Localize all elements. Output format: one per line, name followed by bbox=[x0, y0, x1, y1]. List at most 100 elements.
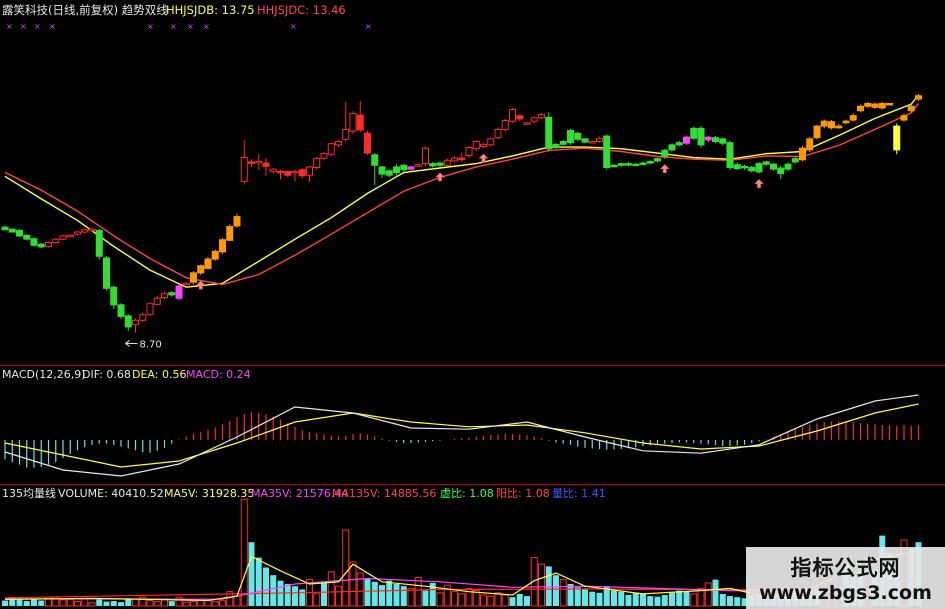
volume-bar bbox=[175, 596, 183, 607]
volume-bar bbox=[31, 598, 37, 606]
candle-body bbox=[356, 114, 364, 131]
volume-bar bbox=[509, 597, 516, 606]
signal-marker: × bbox=[170, 22, 177, 31]
volume-bar bbox=[632, 592, 639, 606]
candle-body bbox=[465, 147, 473, 156]
candle-body bbox=[88, 228, 96, 232]
candle-body bbox=[726, 142, 734, 168]
volume-bar bbox=[538, 563, 545, 607]
volume-bar bbox=[132, 598, 139, 607]
signal-marker: × bbox=[147, 22, 154, 31]
volume-bar bbox=[516, 593, 523, 606]
volume-bar bbox=[313, 593, 321, 607]
candle-body bbox=[632, 163, 640, 167]
volume-bar bbox=[110, 601, 117, 606]
signal-marker: × bbox=[49, 22, 56, 31]
candle-body bbox=[132, 319, 139, 326]
candle-body bbox=[103, 257, 110, 289]
candle-body bbox=[81, 229, 89, 233]
candle-body bbox=[124, 315, 132, 328]
volume-bar bbox=[436, 592, 444, 607]
volume-bar bbox=[364, 578, 371, 606]
volume-bar bbox=[458, 593, 466, 607]
candle-body bbox=[574, 132, 582, 140]
macd-item-1: DEA: 0.56 bbox=[132, 368, 186, 381]
volume-item-4: 虚比: 1.08 bbox=[440, 487, 494, 500]
volume-bar bbox=[712, 579, 719, 606]
candle-body bbox=[1, 226, 9, 231]
volume-bar bbox=[676, 590, 683, 606]
candle-body bbox=[864, 103, 872, 107]
candle-body bbox=[697, 127, 705, 146]
volume-bar bbox=[501, 594, 509, 607]
volume-bar bbox=[182, 601, 190, 607]
volume-bar bbox=[342, 529, 350, 607]
volume-bar bbox=[618, 591, 625, 606]
candle-body bbox=[211, 250, 219, 260]
candle-body bbox=[291, 170, 299, 174]
candle-body bbox=[596, 137, 603, 143]
candle-body bbox=[552, 143, 560, 149]
volume-bar bbox=[414, 576, 422, 607]
candle-body bbox=[646, 160, 654, 164]
candle-body bbox=[37, 243, 45, 248]
candle-body bbox=[712, 137, 719, 143]
volume-bar bbox=[88, 602, 96, 607]
signal-marker: × bbox=[290, 22, 297, 31]
candle-body bbox=[219, 239, 226, 253]
candle-body bbox=[23, 234, 31, 240]
candle-body bbox=[762, 161, 770, 165]
candle-body bbox=[581, 138, 589, 143]
volume-bar bbox=[233, 595, 241, 607]
header-title: 露笑科技(日线,前复权) 趋势双线 bbox=[2, 3, 168, 17]
volume-bar bbox=[299, 589, 306, 606]
volume-bar bbox=[589, 591, 596, 606]
candle-body bbox=[806, 138, 814, 151]
buy-signal-arrow bbox=[754, 179, 764, 188]
volume-bar bbox=[379, 585, 385, 606]
candle-body bbox=[153, 297, 161, 305]
candle-body bbox=[784, 163, 792, 170]
volume-bar bbox=[625, 595, 632, 606]
candle-body bbox=[175, 285, 183, 299]
candle-body bbox=[799, 147, 806, 161]
volume-bar bbox=[719, 593, 726, 606]
volume-bar bbox=[611, 590, 617, 606]
candle-body bbox=[436, 162, 444, 166]
volume-bar bbox=[494, 592, 502, 607]
candle-body bbox=[828, 121, 835, 129]
volume-bar bbox=[661, 595, 668, 606]
macd-title: MACD(12,26,9) bbox=[2, 368, 86, 381]
volume-bar bbox=[161, 598, 168, 607]
candle-body bbox=[298, 169, 306, 177]
candle-body bbox=[458, 157, 466, 161]
signal-marker: × bbox=[20, 22, 27, 31]
volume-bar bbox=[582, 589, 588, 606]
candle-body bbox=[733, 164, 741, 170]
candle-body bbox=[791, 158, 799, 163]
candle-body bbox=[755, 163, 763, 173]
candle-body bbox=[422, 147, 429, 165]
volume-bar bbox=[647, 596, 654, 606]
volume-bar bbox=[255, 557, 262, 606]
volume-bar bbox=[567, 584, 574, 606]
candle-body bbox=[233, 216, 241, 227]
candle-body bbox=[893, 125, 901, 151]
watermark-box: 指标公式网 www.zbgs3.com bbox=[746, 547, 945, 609]
volume-bar bbox=[284, 584, 291, 606]
candle-body bbox=[545, 116, 553, 150]
volume-bar bbox=[356, 572, 364, 607]
volume-bar bbox=[219, 600, 226, 607]
signal-marker: × bbox=[34, 22, 41, 31]
candle-body bbox=[117, 304, 125, 317]
volume-bar bbox=[422, 590, 429, 606]
candle-body bbox=[226, 226, 234, 241]
candle-body bbox=[907, 105, 915, 112]
volume-bar bbox=[270, 575, 277, 606]
candle-body bbox=[342, 128, 350, 140]
macd-item-0: DIF: 0.68 bbox=[82, 368, 131, 381]
candle-body bbox=[813, 125, 821, 139]
volume-bar bbox=[669, 592, 675, 606]
candle-body bbox=[668, 144, 676, 151]
candle-body bbox=[625, 163, 632, 166]
